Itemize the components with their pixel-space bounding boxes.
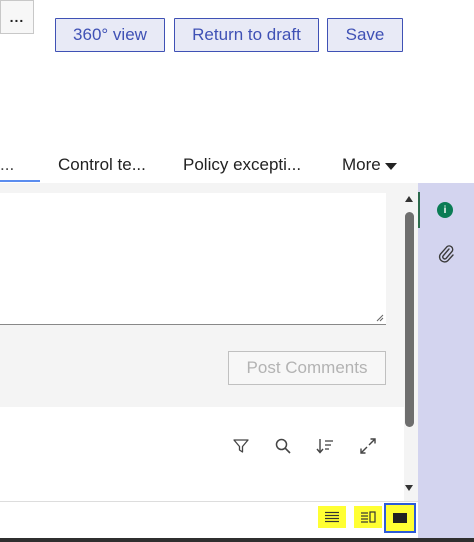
info-icon[interactable]: i bbox=[437, 202, 453, 218]
more-actions-button[interactable]: ... bbox=[0, 0, 34, 34]
filter-icon[interactable] bbox=[231, 436, 251, 456]
tab-more-label: More bbox=[342, 155, 381, 174]
paperclip-icon[interactable] bbox=[437, 244, 455, 264]
caret-down-icon bbox=[384, 162, 397, 170]
tab-more-dropdown[interactable]: More bbox=[342, 155, 397, 175]
comment-textarea[interactable] bbox=[0, 193, 386, 325]
360-view-button[interactable]: 360° view bbox=[55, 18, 165, 52]
active-tab-underline bbox=[0, 180, 40, 182]
comments-panel: Post Comments bbox=[0, 183, 418, 535]
full-view-icon[interactable] bbox=[384, 503, 416, 533]
record-page: 360° view Return to draft Save ... ... C… bbox=[0, 0, 474, 542]
window-bottom-edge bbox=[0, 538, 474, 542]
expand-icon[interactable] bbox=[358, 436, 378, 456]
split-view-icon[interactable] bbox=[354, 506, 382, 528]
scrollbar-thumb[interactable] bbox=[405, 212, 414, 427]
save-button[interactable]: Save bbox=[327, 18, 403, 52]
scroll-up-arrow-icon[interactable] bbox=[405, 196, 413, 202]
tab-policy-exception[interactable]: Policy excepti... bbox=[183, 155, 301, 175]
rail-active-indicator bbox=[418, 192, 420, 228]
tab-previous-truncated[interactable]: ... bbox=[0, 155, 14, 175]
tab-control-test[interactable]: Control te... bbox=[58, 155, 146, 175]
sort-icon[interactable] bbox=[315, 436, 335, 456]
return-to-draft-button[interactable]: Return to draft bbox=[174, 18, 319, 52]
post-comments-button[interactable]: Post Comments bbox=[228, 351, 386, 385]
search-icon[interactable] bbox=[273, 436, 293, 456]
resize-grip-icon[interactable] bbox=[376, 314, 384, 322]
scroll-down-arrow-icon[interactable] bbox=[405, 485, 413, 491]
list-view-icon[interactable] bbox=[318, 506, 346, 528]
right-side-rail bbox=[418, 183, 474, 542]
activity-list-area bbox=[0, 407, 404, 501]
